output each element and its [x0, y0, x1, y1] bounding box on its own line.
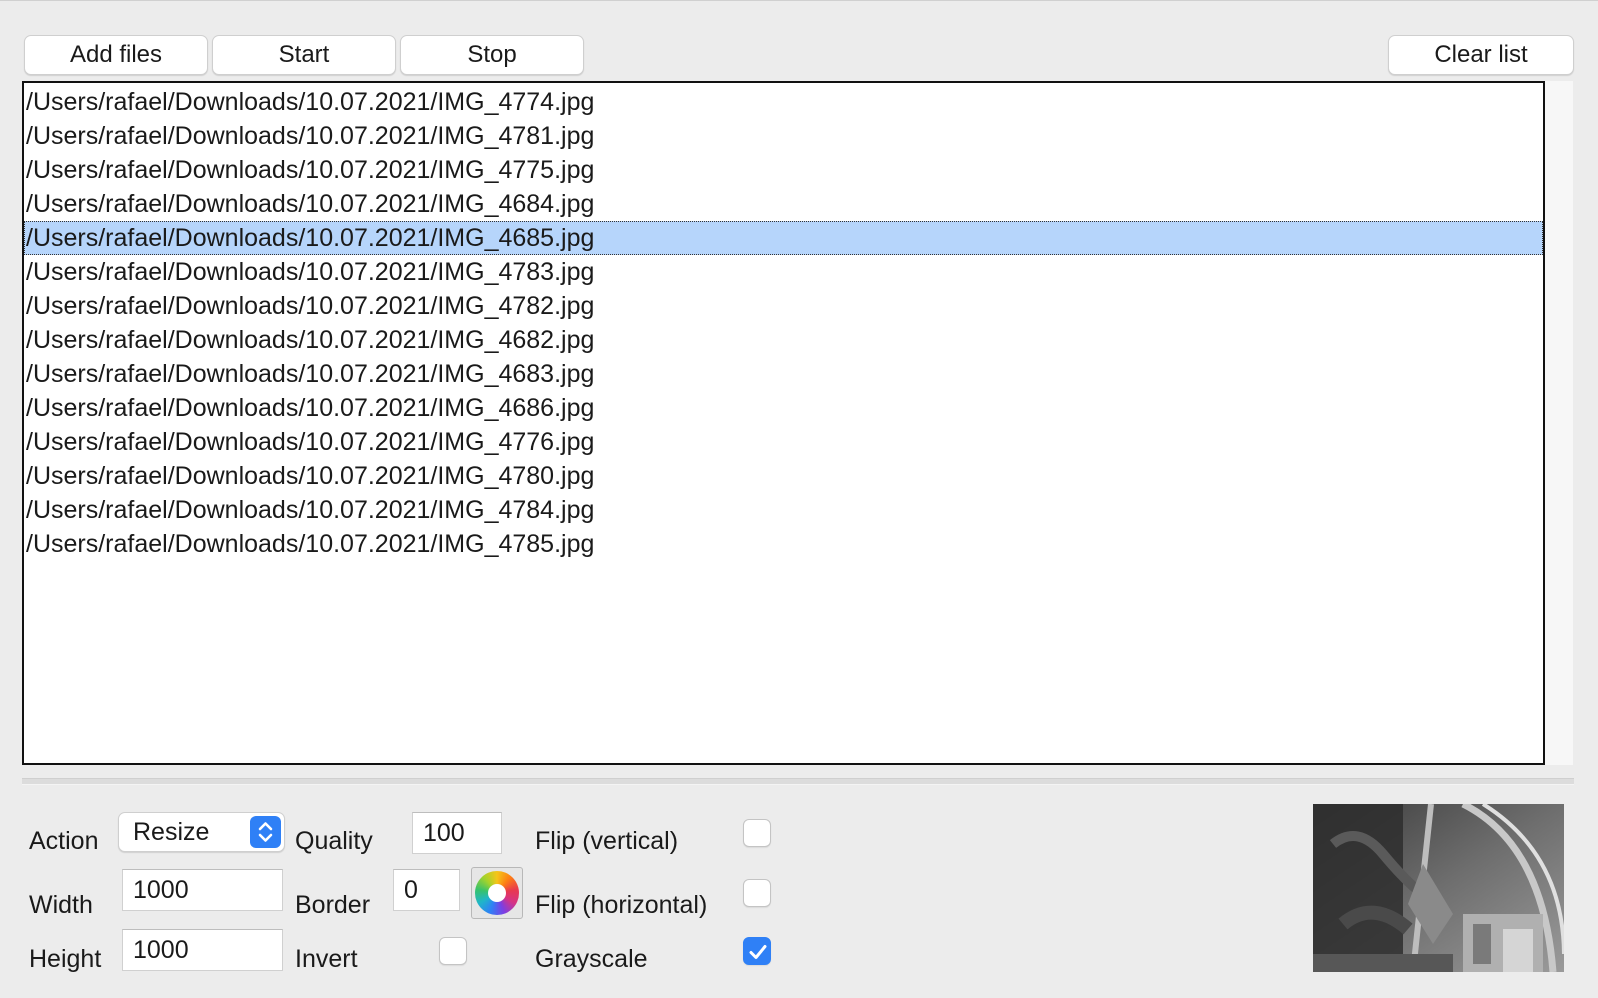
list-item[interactable]: /Users/rafael/Downloads/10.07.2021/IMG_4… — [24, 255, 1543, 289]
list-item[interactable]: /Users/rafael/Downloads/10.07.2021/IMG_4… — [24, 357, 1543, 391]
list-item[interactable]: /Users/rafael/Downloads/10.07.2021/IMG_4… — [24, 425, 1543, 459]
border-label: Border — [295, 891, 371, 919]
chevron-up-down-icon — [250, 816, 281, 848]
stop-button[interactable]: Stop — [400, 35, 584, 75]
grayscale-checkbox[interactable] — [743, 937, 771, 965]
flip-horizontal-label: Flip (horizontal) — [535, 891, 708, 919]
file-list[interactable]: /Users/rafael/Downloads/10.07.2021/IMG_4… — [22, 81, 1545, 765]
flip-horizontal-checkbox[interactable] — [743, 879, 771, 907]
checkmark-icon — [749, 945, 767, 959]
list-item[interactable]: /Users/rafael/Downloads/10.07.2021/IMG_4… — [24, 391, 1543, 425]
action-label: Action — [29, 827, 99, 855]
height-input[interactable]: 1000 — [122, 929, 283, 971]
list-item[interactable]: /Users/rafael/Downloads/10.07.2021/IMG_4… — [24, 85, 1543, 119]
list-item[interactable]: /Users/rafael/Downloads/10.07.2021/IMG_4… — [24, 187, 1543, 221]
image-preview — [1313, 804, 1564, 972]
grayscale-label: Grayscale — [535, 945, 648, 973]
file-list-scrollbar-track[interactable] — [1545, 81, 1573, 765]
split-view-divider[interactable] — [22, 778, 1574, 785]
quality-label: Quality — [295, 827, 373, 855]
quality-input[interactable]: 100 — [412, 812, 502, 854]
height-label: Height — [29, 945, 102, 973]
invert-checkbox[interactable] — [439, 937, 467, 965]
color-wheel-icon — [475, 871, 519, 915]
list-item[interactable]: /Users/rafael/Downloads/10.07.2021/IMG_4… — [24, 221, 1543, 255]
main-window: Add files Start Stop Clear list /Users/r… — [0, 0, 1598, 998]
border-input[interactable]: 0 — [393, 869, 460, 911]
start-button[interactable]: Start — [212, 35, 396, 75]
clear-list-button[interactable]: Clear list — [1388, 35, 1574, 75]
list-item[interactable]: /Users/rafael/Downloads/10.07.2021/IMG_4… — [24, 323, 1543, 357]
add-files-button[interactable]: Add files — [24, 35, 208, 75]
list-item[interactable]: /Users/rafael/Downloads/10.07.2021/IMG_4… — [24, 459, 1543, 493]
file-list-rows: /Users/rafael/Downloads/10.07.2021/IMG_4… — [24, 83, 1543, 561]
flip-vertical-checkbox[interactable] — [743, 819, 771, 847]
list-item[interactable]: /Users/rafael/Downloads/10.07.2021/IMG_4… — [24, 153, 1543, 187]
list-item[interactable]: /Users/rafael/Downloads/10.07.2021/IMG_4… — [24, 289, 1543, 323]
list-item[interactable]: /Users/rafael/Downloads/10.07.2021/IMG_4… — [24, 119, 1543, 153]
list-item[interactable]: /Users/rafael/Downloads/10.07.2021/IMG_4… — [24, 527, 1543, 561]
action-select[interactable]: Resize — [118, 812, 285, 852]
flip-vertical-label: Flip (vertical) — [535, 827, 679, 855]
invert-label: Invert — [295, 945, 358, 973]
width-input[interactable]: 1000 — [122, 869, 283, 911]
list-item[interactable]: /Users/rafael/Downloads/10.07.2021/IMG_4… — [24, 493, 1543, 527]
width-label: Width — [29, 891, 93, 919]
action-select-value: Resize — [133, 818, 210, 846]
border-color-well[interactable] — [471, 867, 523, 919]
